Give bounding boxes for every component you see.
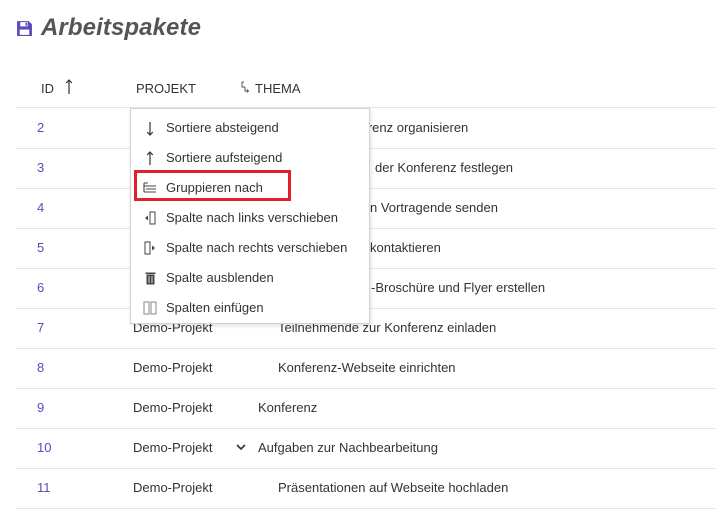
menu-item-hide-column[interactable]: Spalte ausblenden	[131, 263, 369, 293]
sort-ascending-icon	[65, 78, 73, 98]
menu-item-insert-columns[interactable]: Spalten einfügen	[131, 293, 369, 323]
chevron-down-icon[interactable]	[235, 441, 247, 453]
row-id-link[interactable]: 3	[37, 160, 44, 175]
row-id-link[interactable]: 7	[37, 320, 44, 335]
menu-item-label: Gruppieren nach	[166, 180, 263, 195]
row-id-link[interactable]: 10	[37, 440, 51, 455]
row-subject[interactable]: kontaktieren	[370, 240, 441, 255]
columns-icon	[143, 300, 157, 316]
row-id-link[interactable]: 8	[37, 360, 44, 375]
menu-item-sort-descending[interactable]: Sortiere absteigend	[131, 113, 369, 143]
row-subject[interactable]: -Broschüre und Flyer erstellen	[371, 280, 545, 295]
column-header-subject-label: THEMA	[255, 80, 301, 96]
menu-item-label: Spalte ausblenden	[166, 270, 274, 285]
menu-item-sort-ascending[interactable]: Sortiere aufsteigend	[131, 143, 369, 173]
row-id-link[interactable]: 4	[37, 200, 44, 215]
row-id-link[interactable]: 5	[37, 240, 44, 255]
move-right-icon	[143, 240, 157, 256]
column-header-id-label: ID	[41, 80, 54, 96]
column-header-id[interactable]: ID	[41, 78, 73, 98]
menu-item-move-left[interactable]: Spalte nach links verschieben	[131, 203, 369, 233]
column-header-project[interactable]: PROJEKT	[136, 78, 196, 98]
row-project: Demo-Projekt	[133, 360, 213, 375]
table-row[interactable]: 8 Demo-Projekt Konferenz-Webseite einric…	[0, 348, 715, 388]
row-project: Demo-Projekt	[133, 480, 213, 495]
row-subject[interactable]: Konferenz-Webseite einrichten	[278, 360, 456, 375]
row-id-link[interactable]: 11	[37, 480, 51, 495]
menu-item-label: Spalte nach rechts verschieben	[166, 240, 348, 255]
menu-item-label: Sortiere absteigend	[166, 120, 279, 135]
trash-icon	[143, 270, 157, 286]
column-header-project-label: PROJEKT	[136, 80, 196, 96]
page-title: Arbeitspakete	[41, 14, 202, 41]
row-subject[interactable]: ferenz organisieren	[357, 120, 468, 135]
menu-item-group-by[interactable]: Gruppieren nach	[131, 173, 369, 203]
row-project: Demo-Projekt	[133, 400, 213, 415]
move-left-icon	[143, 210, 157, 226]
row-id-link[interactable]: 2	[37, 120, 44, 135]
row-subject[interactable]: der Konferenz festlegen	[375, 160, 513, 175]
row-subject[interactable]: n Vortragende senden	[370, 200, 498, 215]
table-row[interactable]: 11 Demo-Projekt Präsentationen auf Webse…	[0, 468, 715, 508]
table-row[interactable]: 9 Demo-Projekt Konferenz	[0, 388, 715, 428]
table-row[interactable]: 10 Demo-Projekt Aufgaben zur Nachbearbei…	[0, 428, 715, 468]
menu-item-label: Sortiere aufsteigend	[166, 150, 283, 165]
arrow-up-icon	[143, 150, 157, 166]
hierarchy-icon[interactable]	[240, 80, 251, 97]
row-project: Demo-Projekt	[133, 440, 213, 455]
row-subject[interactable]: Konferenz	[258, 400, 317, 415]
row-divider	[15, 508, 715, 509]
menu-item-label: Spalte nach links verschieben	[166, 210, 338, 225]
row-subject[interactable]: Aufgaben zur Nachbearbeitung	[258, 440, 438, 455]
row-id-link[interactable]: 6	[37, 280, 44, 295]
floppy-disk-icon[interactable]	[16, 20, 33, 37]
arrow-down-icon	[143, 120, 157, 136]
menu-item-move-right[interactable]: Spalte nach rechts verschieben	[131, 233, 369, 263]
column-header-subject[interactable]: THEMA	[240, 78, 301, 98]
page-header: Arbeitspakete	[16, 12, 201, 44]
row-subject[interactable]: Präsentationen auf Webseite hochladen	[278, 480, 508, 495]
menu-item-label: Spalten einfügen	[166, 300, 264, 315]
row-id-link[interactable]: 9	[37, 400, 44, 415]
column-context-menu: Sortiere absteigend Sortiere aufsteigend…	[130, 108, 370, 324]
group-by-icon	[143, 180, 157, 196]
